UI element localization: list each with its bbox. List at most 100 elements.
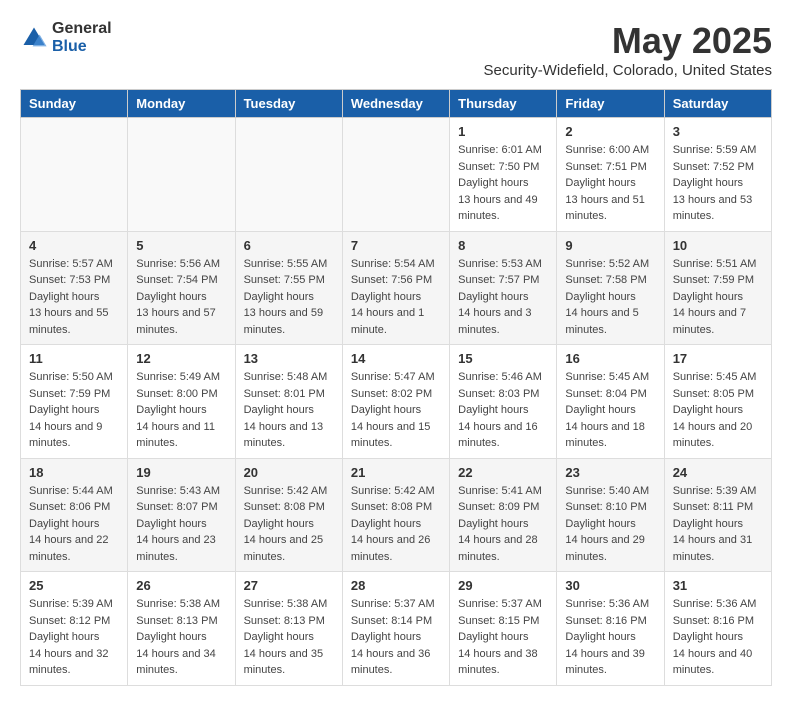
sunrise-label: Sunrise: (458, 598, 501, 610)
daylight-label: Daylight hours (136, 291, 206, 303)
daylight-label: Daylight hours (565, 291, 635, 303)
daylight-label: Daylight hours (244, 518, 314, 530)
sunset-label: Sunset: (136, 274, 176, 286)
daylight-value: 14 hours and 20 minutes. (673, 421, 753, 450)
daylight-label: Daylight hours (351, 518, 421, 530)
sunrise-label: Sunrise: (351, 258, 394, 270)
daylight-label: Daylight hours (565, 518, 635, 530)
daylight-label: Daylight hours (29, 291, 99, 303)
calendar-cell-w4-d7: 24 Sunrise: 5:39 AM Sunset: 8:11 PM Dayl… (664, 458, 771, 572)
day-info: Sunrise: 5:42 AM Sunset: 8:08 PM Dayligh… (351, 483, 441, 566)
sunrise-label: Sunrise: (29, 258, 72, 270)
day-info: Sunrise: 5:59 AM Sunset: 7:52 PM Dayligh… (673, 142, 763, 225)
sunrise-label: Sunrise: (565, 144, 608, 156)
calendar-cell-w1-d1 (21, 118, 128, 232)
sunrise-time: 5:37 AM (502, 598, 542, 610)
sunset-time: 8:00 PM (177, 388, 218, 400)
sunset-label: Sunset: (458, 274, 498, 286)
sunset-time: 8:13 PM (177, 615, 218, 627)
sunset-label: Sunset: (244, 388, 284, 400)
sunset-label: Sunset: (673, 388, 713, 400)
calendar-cell-w1-d7: 3 Sunrise: 5:59 AM Sunset: 7:52 PM Dayli… (664, 118, 771, 232)
day-info: Sunrise: 5:42 AM Sunset: 8:08 PM Dayligh… (244, 483, 334, 566)
sunset-time: 7:56 PM (391, 274, 432, 286)
sunset-label: Sunset: (351, 501, 391, 513)
daylight-label: Daylight hours (565, 177, 635, 189)
title-area: May 2025 Security-Widefield, Colorado, U… (484, 20, 772, 79)
sunrise-label: Sunrise: (136, 485, 179, 497)
sunset-time: 8:16 PM (606, 615, 647, 627)
sunrise-time: 5:53 AM (502, 258, 542, 270)
day-info: Sunrise: 5:55 AM Sunset: 7:55 PM Dayligh… (244, 256, 334, 339)
sunset-time: 7:55 PM (284, 274, 325, 286)
col-friday: Friday (557, 90, 664, 118)
daylight-label: Daylight hours (673, 518, 743, 530)
daylight-label: Daylight hours (351, 291, 421, 303)
daylight-value: 14 hours and 25 minutes. (244, 534, 324, 563)
day-info: Sunrise: 5:45 AM Sunset: 8:04 PM Dayligh… (565, 369, 655, 452)
sunset-time: 7:58 PM (606, 274, 647, 286)
day-number: 6 (244, 238, 334, 253)
location-title: Security-Widefield, Colorado, United Sta… (484, 62, 772, 79)
daylight-value: 14 hours and 36 minutes. (351, 648, 431, 677)
daylight-value: 14 hours and 13 minutes. (244, 421, 324, 450)
day-number: 4 (29, 238, 119, 253)
daylight-label: Daylight hours (673, 177, 743, 189)
calendar-cell-w5-d3: 27 Sunrise: 5:38 AM Sunset: 8:13 PM Dayl… (235, 572, 342, 686)
calendar-cell-w5-d5: 29 Sunrise: 5:37 AM Sunset: 8:15 PM Dayl… (450, 572, 557, 686)
logo: General Blue (20, 20, 112, 55)
sunrise-time: 5:56 AM (180, 258, 220, 270)
sunrise-label: Sunrise: (244, 258, 287, 270)
sunrise-label: Sunrise: (458, 485, 501, 497)
sunset-label: Sunset: (136, 501, 176, 513)
sunset-label: Sunset: (244, 615, 284, 627)
sunrise-time: 5:45 AM (609, 371, 649, 383)
sunset-time: 7:57 PM (498, 274, 539, 286)
logo-general-text: General (52, 20, 112, 38)
sunset-time: 8:16 PM (713, 615, 754, 627)
col-thursday: Thursday (450, 90, 557, 118)
calendar-header-row: Sunday Monday Tuesday Wednesday Thursday… (21, 90, 772, 118)
day-info: Sunrise: 5:39 AM Sunset: 8:12 PM Dayligh… (29, 596, 119, 679)
sunrise-label: Sunrise: (458, 371, 501, 383)
calendar-cell-w5-d7: 31 Sunrise: 5:36 AM Sunset: 8:16 PM Dayl… (664, 572, 771, 686)
daylight-value: 13 hours and 57 minutes. (136, 307, 216, 336)
day-info: Sunrise: 5:49 AM Sunset: 8:00 PM Dayligh… (136, 369, 226, 452)
sunset-label: Sunset: (351, 615, 391, 627)
sunrise-label: Sunrise: (565, 258, 608, 270)
day-number: 30 (565, 578, 655, 593)
sunrise-time: 5:47 AM (394, 371, 434, 383)
sunrise-label: Sunrise: (351, 485, 394, 497)
sunrise-label: Sunrise: (458, 258, 501, 270)
sunset-time: 8:12 PM (69, 615, 110, 627)
day-info: Sunrise: 5:36 AM Sunset: 8:16 PM Dayligh… (565, 596, 655, 679)
sunrise-label: Sunrise: (29, 371, 72, 383)
calendar-cell-w4-d5: 22 Sunrise: 5:41 AM Sunset: 8:09 PM Dayl… (450, 458, 557, 572)
daylight-value: 14 hours and 28 minutes. (458, 534, 538, 563)
sunrise-time: 5:44 AM (72, 485, 112, 497)
daylight-value: 14 hours and 23 minutes. (136, 534, 216, 563)
sunrise-label: Sunrise: (673, 258, 716, 270)
day-number: 17 (673, 351, 763, 366)
daylight-label: Daylight hours (673, 291, 743, 303)
header: General Blue May 2025 Security-Widefield… (20, 20, 772, 79)
calendar-cell-w1-d3 (235, 118, 342, 232)
daylight-label: Daylight hours (458, 404, 528, 416)
sunrise-label: Sunrise: (351, 371, 394, 383)
sunrise-label: Sunrise: (673, 144, 716, 156)
day-number: 23 (565, 465, 655, 480)
sunrise-time: 5:39 AM (716, 485, 756, 497)
sunset-time: 8:10 PM (606, 501, 647, 513)
calendar-cell-w5-d2: 26 Sunrise: 5:38 AM Sunset: 8:13 PM Dayl… (128, 572, 235, 686)
calendar-week-5: 25 Sunrise: 5:39 AM Sunset: 8:12 PM Dayl… (21, 572, 772, 686)
daylight-value: 13 hours and 55 minutes. (29, 307, 109, 336)
daylight-label: Daylight hours (458, 518, 528, 530)
daylight-label: Daylight hours (458, 177, 528, 189)
sunrise-time: 5:40 AM (609, 485, 649, 497)
daylight-value: 14 hours and 26 minutes. (351, 534, 431, 563)
day-number: 22 (458, 465, 548, 480)
sunrise-label: Sunrise: (565, 485, 608, 497)
calendar-cell-w4-d1: 18 Sunrise: 5:44 AM Sunset: 8:06 PM Dayl… (21, 458, 128, 572)
sunset-time: 8:03 PM (498, 388, 539, 400)
calendar-cell-w4-d2: 19 Sunrise: 5:43 AM Sunset: 8:07 PM Dayl… (128, 458, 235, 572)
